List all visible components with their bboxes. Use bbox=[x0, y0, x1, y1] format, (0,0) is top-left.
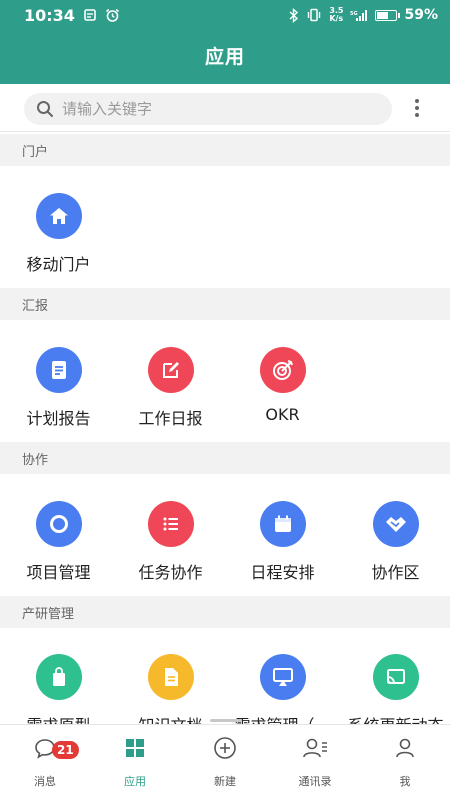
file-icon bbox=[164, 668, 178, 686]
app-item-daily-report[interactable]: 工作日报 bbox=[114, 347, 227, 429]
alarm-icon bbox=[105, 8, 119, 22]
cast-icon bbox=[386, 669, 405, 684]
tab-me[interactable]: 我 bbox=[360, 735, 450, 789]
section-header-report: 汇报 bbox=[0, 288, 450, 320]
app-label: 计划报告 bbox=[26, 409, 91, 428]
app-item-system-updates[interactable]: 系统更新动态 bbox=[339, 654, 450, 724]
app-item-schedule[interactable]: 日程安排 bbox=[226, 501, 339, 583]
screen-icon bbox=[272, 668, 293, 686]
app-icon bbox=[147, 654, 194, 700]
target-icon bbox=[272, 360, 293, 380]
tab-label: 应用 bbox=[124, 775, 146, 788]
status-bar: 10:34 3.5 K/s 5G 59% bbox=[0, 0, 450, 30]
app-label: 系统更新动态 bbox=[339, 712, 450, 724]
signal-icon: 5G bbox=[350, 9, 368, 21]
network-speed: 3.5 K/s bbox=[329, 7, 343, 23]
bluetooth-icon bbox=[289, 7, 299, 23]
tab-label: 新建 bbox=[214, 775, 236, 788]
app-item-project-management[interactable]: 项目管理 bbox=[2, 501, 115, 583]
unread-badge: 21 bbox=[52, 741, 79, 759]
app-label: 项目管理 bbox=[26, 563, 91, 582]
app-item-requirement-prototype[interactable]: 需求原型 bbox=[2, 654, 115, 724]
app-icon bbox=[259, 654, 306, 700]
app-item-mobile-portal[interactable]: 移动门户 bbox=[2, 193, 115, 275]
section-collaboration: 项目管理 任务协作 日程安排 协作区 bbox=[0, 474, 450, 595]
app-item-knowledge-docs[interactable]: 知识文档 bbox=[114, 654, 227, 724]
app-icon bbox=[35, 501, 82, 547]
section-product-rd: 需求原型 知识文档 需求管理（… 系统更新动态 bbox=[0, 628, 450, 724]
section-title: 汇报 bbox=[22, 298, 49, 314]
tab-label: 消息 bbox=[34, 775, 56, 788]
app-label: 日程安排 bbox=[250, 563, 315, 582]
battery-icon bbox=[375, 9, 401, 21]
tab-apps[interactable]: 应用 bbox=[90, 735, 180, 789]
search-row bbox=[0, 84, 450, 132]
app-label: 任务协作 bbox=[138, 563, 203, 582]
svg-text:5G: 5G bbox=[350, 11, 358, 17]
tab-contacts[interactable]: 通讯录 bbox=[270, 735, 360, 789]
home-icon bbox=[49, 208, 68, 224]
tab-label: 通讯录 bbox=[298, 775, 332, 788]
list-icon bbox=[163, 517, 178, 531]
document-icon bbox=[51, 361, 66, 379]
search-input[interactable] bbox=[62, 100, 362, 118]
project-icon bbox=[49, 515, 68, 533]
edit-icon bbox=[162, 362, 179, 378]
app-label: 工作日报 bbox=[138, 409, 203, 428]
section-title: 协作 bbox=[22, 452, 49, 468]
more-dot-icon bbox=[415, 99, 419, 103]
section-header-collaboration: 协作 bbox=[0, 442, 450, 474]
app-header: 10:34 3.5 K/s 5G 59% 应用 bbox=[0, 0, 450, 84]
notification-icon bbox=[84, 9, 96, 21]
app-label: 移动门户 bbox=[26, 255, 91, 274]
contacts-icon bbox=[303, 738, 327, 758]
search-icon bbox=[37, 101, 53, 117]
section-title: 产研管理 bbox=[22, 606, 75, 622]
profile-icon bbox=[396, 738, 414, 758]
more-dot-icon bbox=[415, 113, 419, 117]
handshake-icon bbox=[385, 517, 406, 532]
section-portal: 移动门户 bbox=[0, 166, 450, 287]
app-item-plan-report[interactable]: 计划报告 bbox=[2, 347, 115, 429]
section-header-portal: 门户 bbox=[0, 134, 450, 166]
app-icon bbox=[372, 501, 419, 547]
network-speed-unit: K/s bbox=[329, 14, 344, 23]
app-label: OKR bbox=[265, 405, 300, 424]
tab-label: 我 bbox=[399, 775, 411, 788]
app-icon bbox=[259, 347, 306, 393]
calendar-icon bbox=[274, 515, 291, 532]
app-icon bbox=[35, 347, 82, 393]
app-item-okr[interactable]: OKR bbox=[226, 347, 339, 424]
section-title: 门户 bbox=[22, 144, 49, 160]
drag-handle[interactable] bbox=[210, 719, 242, 722]
section-header-product-rd: 产研管理 bbox=[0, 596, 450, 628]
tab-messages[interactable]: 21 消息 bbox=[0, 735, 90, 789]
app-icon bbox=[35, 654, 82, 700]
app-icon bbox=[147, 501, 194, 547]
app-icon bbox=[35, 193, 82, 239]
status-time: 10:34 bbox=[24, 5, 75, 25]
bottom-tab-bar: 21 消息 应用 新建 通讯录 我 bbox=[0, 719, 450, 800]
vibrate-icon bbox=[308, 8, 321, 22]
app-icon bbox=[259, 501, 306, 547]
search-box[interactable] bbox=[24, 93, 392, 125]
app-item-requirement-management[interactable]: 需求管理（… bbox=[226, 654, 339, 724]
app-icon bbox=[147, 347, 194, 393]
bag-icon bbox=[52, 667, 65, 686]
more-options-button[interactable] bbox=[407, 94, 427, 122]
plus-circle-icon bbox=[214, 737, 236, 759]
app-label: 协作区 bbox=[371, 563, 420, 582]
page-title: 应用 bbox=[204, 46, 245, 68]
app-item-task-collaboration[interactable]: 任务协作 bbox=[114, 501, 227, 583]
app-item-collaboration-zone[interactable]: 协作区 bbox=[339, 501, 450, 583]
section-report: 计划报告 工作日报 OKR bbox=[0, 320, 450, 441]
app-label: 知识文档 bbox=[114, 712, 227, 724]
tab-new[interactable]: 新建 bbox=[180, 735, 270, 789]
app-icon bbox=[372, 654, 419, 700]
apps-grid-icon bbox=[126, 739, 144, 757]
app-label: 需求原型 bbox=[2, 712, 115, 724]
battery-percent: 59% bbox=[404, 7, 438, 23]
more-dot-icon bbox=[415, 106, 419, 110]
app-label: 需求管理（… bbox=[226, 712, 339, 724]
